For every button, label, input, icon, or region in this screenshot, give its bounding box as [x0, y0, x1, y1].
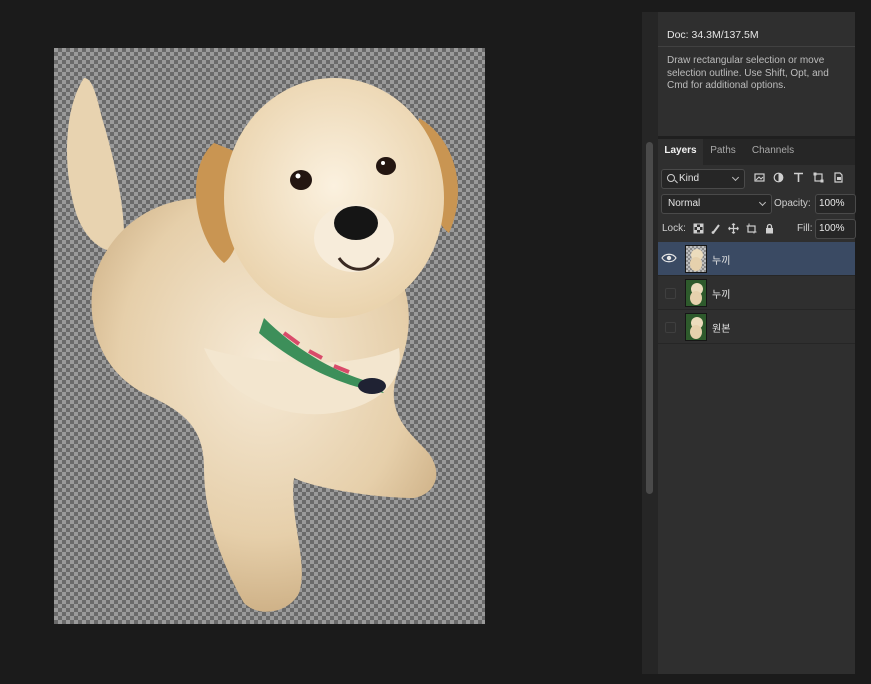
shape-filter-icon[interactable]: [813, 172, 824, 183]
lock-artboard-icon[interactable]: [746, 223, 757, 234]
layer-row[interactable]: 누끼: [658, 276, 855, 310]
puppy-cutout-image: [66, 78, 458, 612]
scrollbar-thumb[interactable]: [646, 142, 653, 494]
layer-name: 원본: [712, 324, 731, 335]
tab-layers[interactable]: Layers: [658, 139, 703, 165]
blend-mode-select[interactable]: Normal: [661, 194, 772, 214]
panel-scrollbar[interactable]: [642, 12, 658, 674]
opacity-field[interactable]: 100%: [815, 194, 856, 214]
chevron-down-icon: [758, 198, 767, 207]
document-canvas-area[interactable]: [0, 0, 642, 684]
adjustment-filter-icon[interactable]: [773, 172, 784, 183]
opacity-label: Opacity:: [774, 198, 811, 209]
blend-mode-label: Normal: [668, 198, 701, 209]
blend-row: Normal Opacity: 100%: [658, 194, 856, 214]
lock-position-icon[interactable]: [728, 223, 739, 234]
layer-name: 누끼: [712, 290, 731, 301]
image-filter-icon[interactable]: [754, 172, 765, 183]
doc-size: Doc: 34.3M/137.5M: [667, 29, 759, 41]
tab-paths[interactable]: Paths: [703, 139, 743, 165]
search-icon: [667, 174, 675, 182]
info-panel: Doc: 34.3M/137.5M Draw rectangular selec…: [658, 12, 855, 136]
kind-filter-label: Kind: [679, 173, 700, 184]
lock-image-pixels-icon[interactable]: [711, 223, 722, 234]
layers-panel-tabs: Layers Paths Channels: [658, 139, 855, 165]
doc-size-row: Doc: 34.3M/137.5M: [658, 20, 855, 47]
layer-thumbnail: [685, 279, 707, 307]
chevron-down-icon: [731, 173, 740, 182]
tool-hint: Draw rectangular selection or move selec…: [667, 55, 829, 91]
layer-thumbnail: [685, 245, 707, 273]
right-panel: Doc: 34.3M/137.5M Draw rectangular selec…: [658, 12, 856, 674]
lock-row: Lock: Fill: 100%: [658, 219, 856, 239]
layer-thumbnail: [685, 313, 707, 341]
tab-channels[interactable]: Channels: [743, 139, 803, 165]
layer-name: 누끼: [712, 256, 731, 267]
layer-row[interactable]: 원본: [658, 310, 855, 344]
layer-filter-row: Kind: [658, 169, 855, 189]
visibility-toggle[interactable]: [665, 288, 676, 299]
fill-field[interactable]: 100%: [815, 219, 856, 239]
lock-transparent-pixels-icon[interactable]: [693, 223, 704, 234]
lock-all-icon[interactable]: [764, 223, 775, 234]
visibility-toggle[interactable]: [665, 322, 676, 333]
document-canvas[interactable]: [54, 48, 485, 624]
kind-filter-select[interactable]: Kind: [661, 169, 745, 189]
layer-row[interactable]: 누끼: [658, 242, 855, 276]
smart-object-filter-icon[interactable]: [833, 172, 844, 183]
type-filter-icon[interactable]: [793, 172, 804, 183]
lock-label: Lock:: [662, 223, 686, 234]
eye-icon[interactable]: [661, 251, 677, 265]
fill-label: Fill:: [797, 223, 813, 234]
